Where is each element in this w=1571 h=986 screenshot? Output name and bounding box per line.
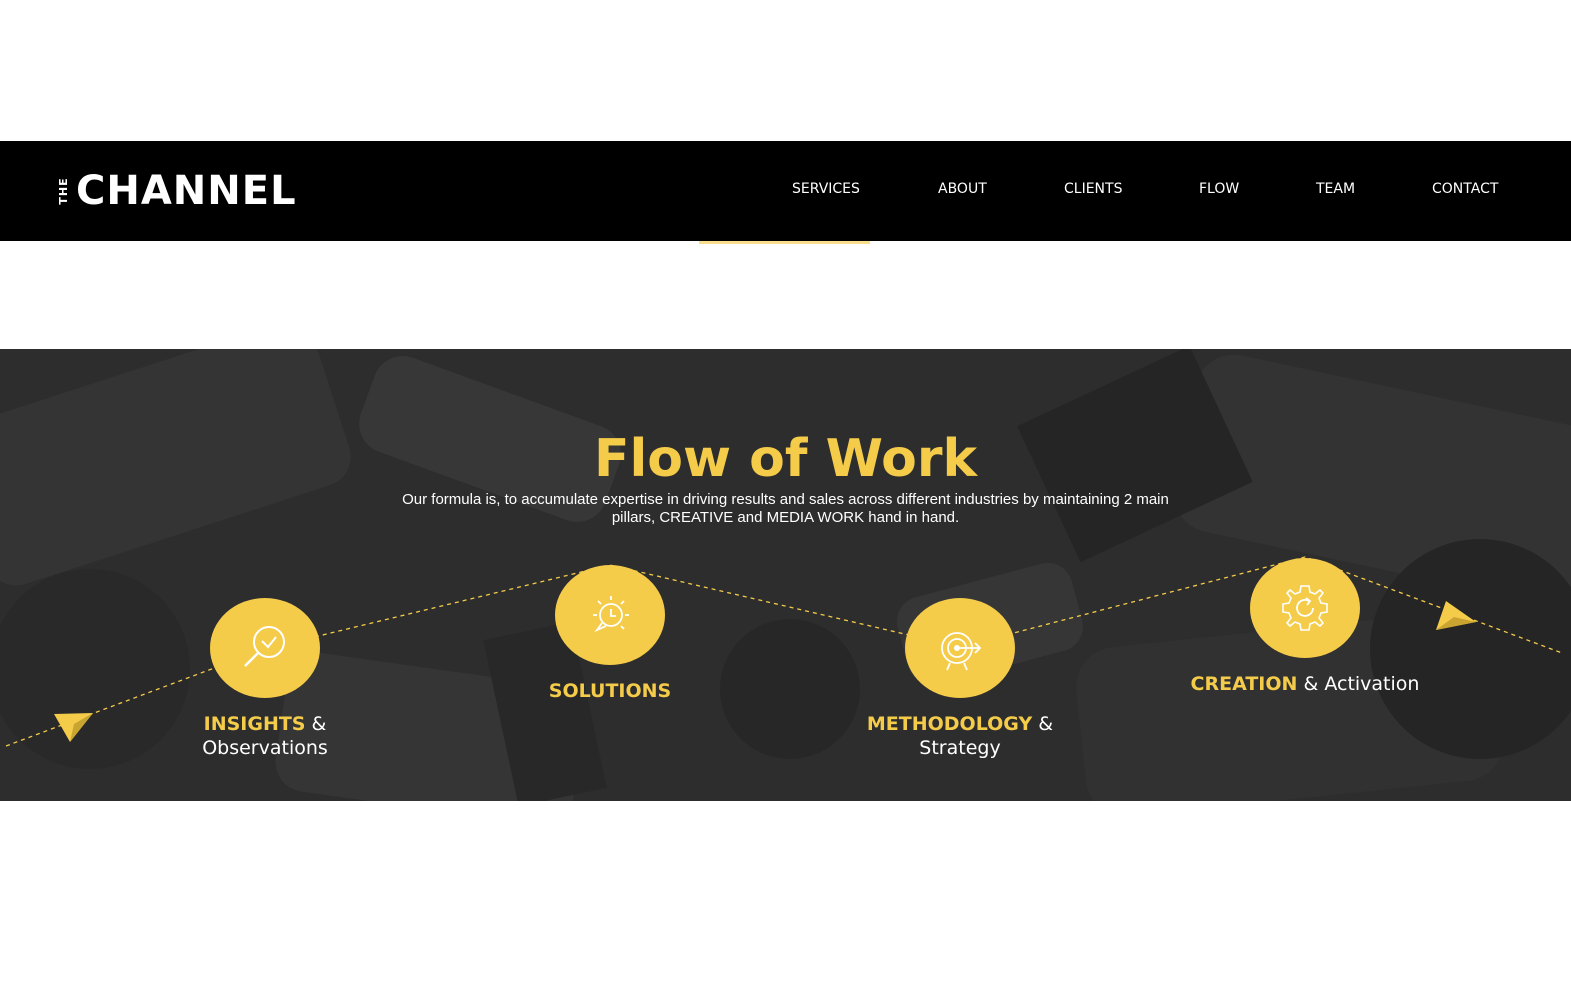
- step-creation-joiner: &: [1303, 673, 1319, 695]
- magnifier-check-icon: [244, 626, 285, 667]
- site-header: THE CHANNEL SERVICES ABOUT CLIENTS FLOW …: [0, 141, 1571, 241]
- brand-logo[interactable]: THE CHANNEL: [56, 170, 297, 212]
- flow-section: Flow of Work Our formula is, to accumula…: [0, 349, 1571, 801]
- step-methodology-label: METHODOLOGY & Strategy: [845, 712, 1075, 760]
- gear-refresh-icon: [1282, 585, 1328, 631]
- paper-plane-right-icon: [1436, 601, 1476, 630]
- page: THE CHANNEL SERVICES ABOUT CLIENTS FLOW …: [0, 0, 1571, 986]
- step-methodology-highlight: METHODOLOGY: [866, 713, 1033, 735]
- step-methodology-circle: [905, 598, 1015, 698]
- logo-wordmark: CHANNEL: [76, 168, 297, 214]
- step-creation-rest: Activation: [1324, 673, 1420, 695]
- step-creation-circle: [1250, 558, 1360, 658]
- lightbulb-chat-icon: [593, 596, 629, 633]
- step-insights-label: INSIGHTS & Observations: [165, 712, 365, 760]
- nav-active-indicator: [699, 241, 870, 244]
- nav-link-clients[interactable]: CLIENTS: [1064, 181, 1122, 197]
- step-solutions-circle: [555, 565, 665, 665]
- step-insights-highlight: INSIGHTS: [203, 713, 306, 735]
- nav-link-about[interactable]: ABOUT: [938, 181, 987, 197]
- step-insights-joiner: &: [311, 713, 327, 735]
- step-solutions-label: SOLUTIONS: [510, 679, 710, 703]
- target-arrow-icon: [941, 632, 982, 671]
- nav-link-services[interactable]: SERVICES: [792, 181, 860, 197]
- step-creation-label: CREATION & Activation: [1165, 672, 1445, 696]
- nav-link-flow[interactable]: FLOW: [1199, 181, 1239, 197]
- step-creation-highlight: CREATION: [1190, 673, 1298, 695]
- paper-plane-left-icon: [54, 713, 93, 742]
- step-methodology-joiner: &: [1038, 713, 1054, 735]
- nav-link-contact[interactable]: CONTACT: [1432, 181, 1498, 197]
- step-insights-circle: [210, 598, 320, 698]
- logo-prefix: THE: [57, 177, 70, 205]
- step-insights-rest: Observations: [202, 737, 328, 759]
- step-solutions-highlight: SOLUTIONS: [548, 680, 672, 702]
- nav-link-team[interactable]: TEAM: [1316, 181, 1355, 197]
- step-methodology-rest: Strategy: [919, 737, 1001, 759]
